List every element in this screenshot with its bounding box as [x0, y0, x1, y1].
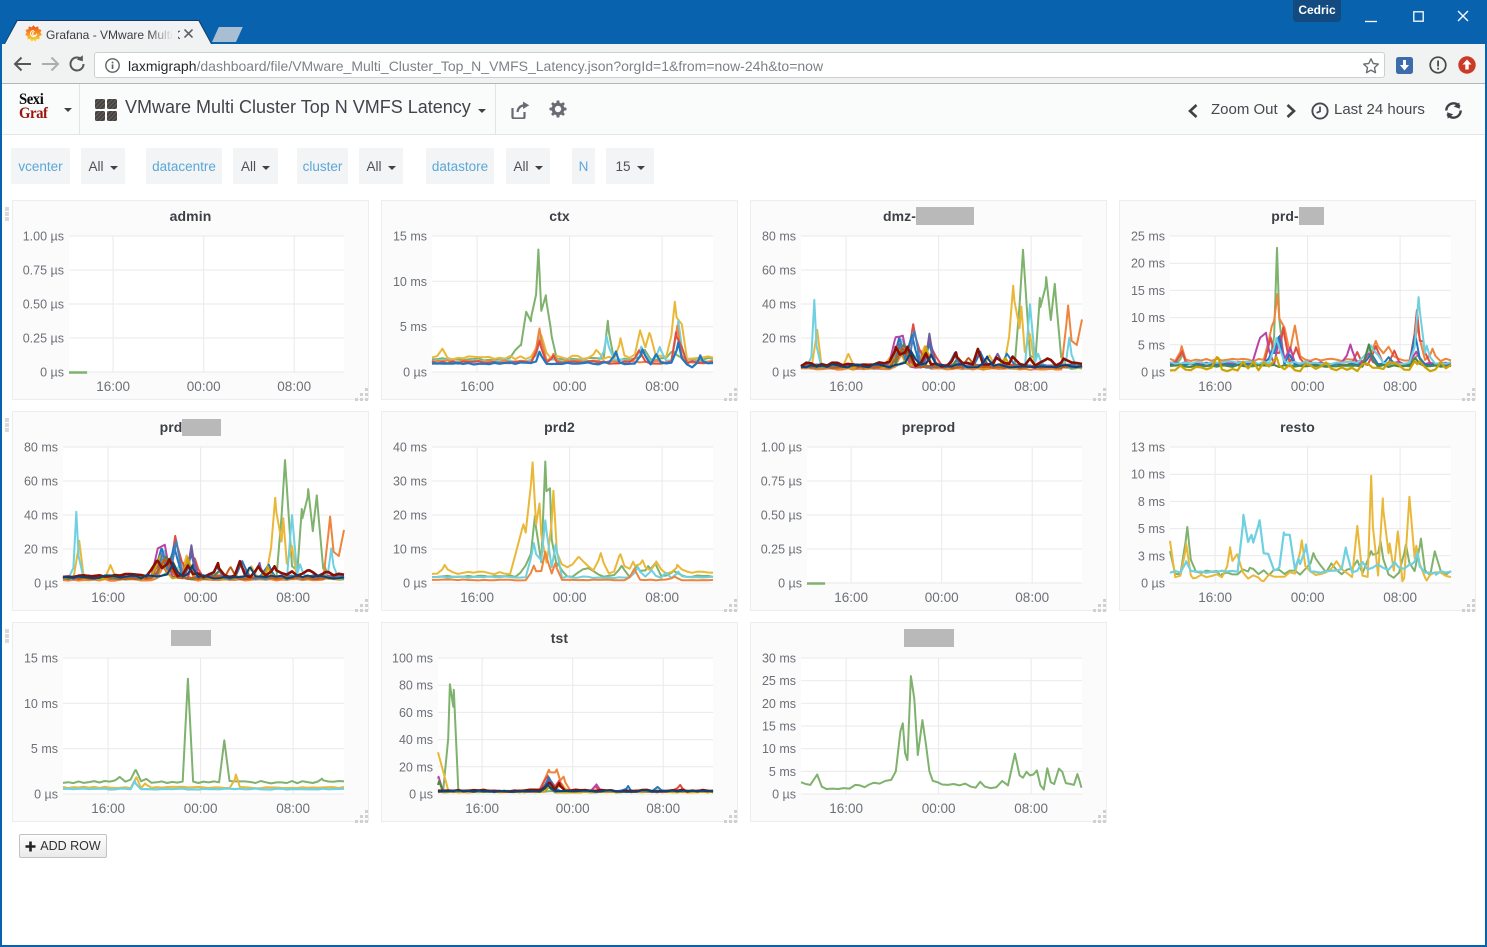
svg-text:0 µs: 0 µs — [778, 577, 802, 591]
svg-text:40 ms: 40 ms — [393, 441, 427, 455]
svg-text:40 ms: 40 ms — [399, 733, 433, 747]
svg-text:10 ms: 10 ms — [24, 697, 58, 711]
svg-text:15 ms: 15 ms — [762, 720, 796, 734]
svg-text:16:00: 16:00 — [96, 379, 130, 394]
svg-text:25 ms: 25 ms — [762, 674, 796, 688]
svg-text:10 ms: 10 ms — [393, 275, 427, 289]
svg-text:08:00: 08:00 — [1383, 379, 1417, 394]
svg-text:40 ms: 40 ms — [762, 298, 796, 312]
svg-text:0 µs: 0 µs — [1141, 366, 1165, 380]
svg-text:0 µs: 0 µs — [34, 788, 58, 802]
svg-text:10 ms: 10 ms — [1131, 468, 1165, 482]
svg-text:16:00: 16:00 — [834, 590, 868, 605]
svg-text:5 ms: 5 ms — [400, 320, 427, 334]
svg-text:0 µs: 0 µs — [1141, 577, 1165, 591]
svg-text:08:00: 08:00 — [645, 379, 679, 394]
svg-text:0.75 µs: 0.75 µs — [23, 264, 64, 278]
svg-text:5 ms: 5 ms — [769, 765, 796, 779]
svg-text:0 µs: 0 µs — [40, 366, 64, 380]
svg-text:15 ms: 15 ms — [1131, 284, 1165, 298]
svg-text:08:00: 08:00 — [1383, 590, 1417, 605]
svg-text:40 ms: 40 ms — [24, 509, 58, 523]
svg-text:5 ms: 5 ms — [1138, 522, 1165, 536]
svg-text:20 ms: 20 ms — [762, 332, 796, 346]
svg-text:60 ms: 60 ms — [762, 264, 796, 278]
svg-text:16:00: 16:00 — [829, 801, 863, 816]
svg-text:00:00: 00:00 — [553, 379, 587, 394]
svg-text:08:00: 08:00 — [1014, 801, 1048, 816]
svg-text:08:00: 08:00 — [277, 379, 311, 394]
svg-text:0 µs: 0 µs — [34, 577, 58, 591]
svg-text:16:00: 16:00 — [465, 801, 499, 816]
svg-text:00:00: 00:00 — [553, 590, 587, 605]
svg-text:5 ms: 5 ms — [31, 742, 58, 756]
svg-text:0 µs: 0 µs — [403, 577, 427, 591]
svg-text:00:00: 00:00 — [922, 801, 956, 816]
svg-text:16:00: 16:00 — [460, 379, 494, 394]
svg-text:10 ms: 10 ms — [393, 543, 427, 557]
svg-text:20 ms: 20 ms — [24, 543, 58, 557]
svg-text:20 ms: 20 ms — [762, 697, 796, 711]
svg-text:10 ms: 10 ms — [762, 742, 796, 756]
svg-text:08:00: 08:00 — [276, 590, 310, 605]
svg-text:0 µs: 0 µs — [403, 366, 427, 380]
svg-text:1.00 µs: 1.00 µs — [23, 230, 64, 244]
svg-text:20 ms: 20 ms — [393, 509, 427, 523]
svg-text:30 ms: 30 ms — [762, 652, 796, 666]
svg-text:8 ms: 8 ms — [1138, 495, 1165, 509]
svg-text:08:00: 08:00 — [1014, 379, 1048, 394]
svg-text:16:00: 16:00 — [460, 590, 494, 605]
svg-text:00:00: 00:00 — [925, 590, 959, 605]
svg-text:0 µs: 0 µs — [772, 366, 796, 380]
svg-text:00:00: 00:00 — [922, 379, 956, 394]
svg-text:00:00: 00:00 — [187, 379, 221, 394]
svg-text:08:00: 08:00 — [645, 590, 679, 605]
svg-text:80 ms: 80 ms — [24, 441, 58, 455]
svg-text:16:00: 16:00 — [829, 379, 863, 394]
svg-text:0.25 µs: 0.25 µs — [23, 332, 64, 346]
svg-text:00:00: 00:00 — [1291, 590, 1325, 605]
svg-text:16:00: 16:00 — [91, 590, 125, 605]
svg-text:15 ms: 15 ms — [393, 230, 427, 244]
svg-text:08:00: 08:00 — [1015, 590, 1049, 605]
svg-text:0 µs: 0 µs — [409, 788, 433, 802]
svg-text:20 ms: 20 ms — [1131, 257, 1165, 271]
svg-text:08:00: 08:00 — [276, 801, 310, 816]
svg-text:3 ms: 3 ms — [1138, 549, 1165, 563]
svg-text:0.50 µs: 0.50 µs — [23, 298, 64, 312]
svg-text:0.50 µs: 0.50 µs — [761, 509, 802, 523]
svg-text:25 ms: 25 ms — [1131, 230, 1165, 244]
svg-text:16:00: 16:00 — [1198, 379, 1232, 394]
svg-text:00:00: 00:00 — [556, 801, 590, 816]
svg-text:1.00 µs: 1.00 µs — [761, 441, 802, 455]
svg-text:16:00: 16:00 — [1198, 590, 1232, 605]
svg-text:0 µs: 0 µs — [772, 788, 796, 802]
svg-text:08:00: 08:00 — [646, 801, 680, 816]
svg-text:80 ms: 80 ms — [399, 679, 433, 693]
svg-text:00:00: 00:00 — [1291, 379, 1325, 394]
svg-text:00:00: 00:00 — [184, 801, 218, 816]
svg-text:20 ms: 20 ms — [399, 760, 433, 774]
svg-text:0.75 µs: 0.75 µs — [761, 475, 802, 489]
svg-text:100 ms: 100 ms — [392, 652, 433, 666]
svg-text:60 ms: 60 ms — [24, 475, 58, 489]
svg-text:30 ms: 30 ms — [393, 475, 427, 489]
svg-text:16:00: 16:00 — [91, 801, 125, 816]
svg-text:5 ms: 5 ms — [1138, 338, 1165, 352]
svg-text:10 ms: 10 ms — [1131, 311, 1165, 325]
svg-text:0.25 µs: 0.25 µs — [761, 543, 802, 557]
svg-text:00:00: 00:00 — [184, 590, 218, 605]
svg-text:80 ms: 80 ms — [762, 230, 796, 244]
svg-text:15 ms: 15 ms — [24, 652, 58, 666]
svg-text:13 ms: 13 ms — [1131, 441, 1165, 455]
svg-text:60 ms: 60 ms — [399, 706, 433, 720]
